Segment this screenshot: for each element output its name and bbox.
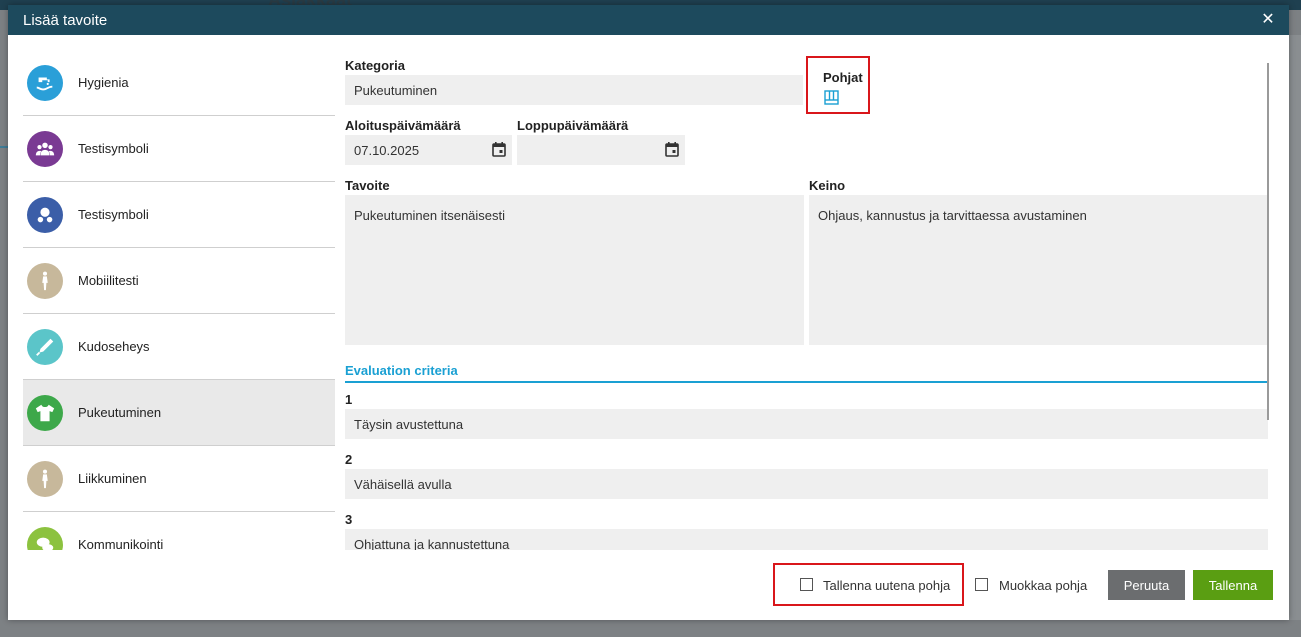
category-label: Pukeutuminen [78,405,162,420]
goal-textarea[interactable]: Pukeutuminen itsenäisesti [345,195,804,345]
people-icon [27,197,63,233]
category-field-value: Pukeutuminen [354,82,438,98]
group-icon [27,131,63,167]
goal-label: Tavoite [345,178,390,193]
category-label: Testisymboli [78,207,149,222]
start-date-input[interactable]: 07.10.2025 [345,135,512,165]
category-label: Testisymboli [78,141,149,156]
means-textarea[interactable]: Ohjaus, kannustus ja tarvittaessa avusta… [809,195,1269,345]
dialog-title: Lisää tavoite [23,12,108,29]
criterion-2-value: Vähäisellä avulla [354,476,452,492]
edit-template-checkbox[interactable] [975,578,988,591]
add-goal-dialog: Lisää tavoite ✕ Hygienia Testisymboli Te… [8,5,1289,620]
category-label: Liikkuminen [78,471,147,486]
category-label: Kommunikointi [78,537,164,550]
save-as-template-checkbox[interactable] [800,578,813,591]
goal-form: Kategoria Pukeutuminen Aloituspäivämäärä… [345,50,1269,550]
shirt-icon [27,395,63,431]
save-button[interactable]: Tallenna [1193,570,1273,600]
end-date-label: Loppupäivämäärä [517,118,629,133]
category-item-testisymboli-2[interactable]: Testisymboli [23,182,335,248]
goal-value: Pukeutuminen itsenäisesti [354,208,506,223]
calendar-icon[interactable] [492,142,506,157]
start-date-label: Aloituspäivämäärä [345,118,461,133]
walking-person-icon [27,263,63,299]
criterion-3-input[interactable]: Ohjattuna ja kannustettuna [345,529,1268,550]
category-item-mobiilitesti[interactable]: Mobiilitesti [23,248,335,314]
category-item-kudoseheys[interactable]: Kudoseheys [23,314,335,380]
category-field-label: Kategoria [345,58,405,73]
background-left-line [0,146,8,148]
criterion-2-number: 2 [345,452,353,467]
dialog-header: Lisää tavoite ✕ [8,5,1289,35]
background-right-strip [1288,35,1301,620]
category-label: Hygienia [78,75,129,90]
close-icon[interactable]: ✕ [1257,8,1279,32]
walking-person-icon [27,461,63,497]
category-label: Mobiilitesti [78,273,139,288]
category-item-liikkuminen[interactable]: Liikkuminen [23,446,335,512]
bandage-icon [27,329,63,365]
category-item-kommunikointi[interactable]: Kommunikointi [23,512,335,550]
speech-bubbles-icon [27,527,63,550]
evaluation-divider [345,381,1269,383]
start-date-value: 07.10.2025 [354,142,420,158]
criterion-1-number: 1 [345,392,353,407]
category-label: Kudoseheys [78,339,150,354]
criterion-3-value: Ohjattuna ja kannustettuna [354,536,510,551]
templates-icon[interactable] [824,90,839,105]
end-date-input[interactable] [517,135,685,165]
category-item-hygienia[interactable]: Hygienia [23,50,335,116]
edit-template-label: Muokkaa pohja [999,578,1088,593]
cancel-button[interactable]: Peruuta [1108,570,1185,600]
templates-highlight: Pohjat [806,56,870,114]
faucet-icon [27,65,63,101]
criterion-1-input[interactable]: Täysin avustettuna [345,409,1268,439]
category-item-pukeutuminen[interactable]: Pukeutuminen [23,380,335,446]
criterion-1-value: Täysin avustettuna [354,416,464,432]
category-list: Hygienia Testisymboli Testisymboli Mobii… [23,50,335,550]
means-value: Ohjaus, kannustus ja tarvittaessa avusta… [818,208,1087,223]
form-scrollbar[interactable] [1267,63,1269,420]
templates-label: Pohjat [823,70,863,85]
category-item-testisymboli-1[interactable]: Testisymboli [23,116,335,182]
category-field[interactable]: Pukeutuminen [345,75,803,105]
save-as-template-label: Tallenna uutena pohja [823,578,951,593]
criterion-3-number: 3 [345,512,353,527]
means-label: Keino [809,178,846,193]
evaluation-criteria-title: Evaluation criteria [345,363,458,378]
criterion-2-input[interactable]: Vähäisellä avulla [345,469,1268,499]
calendar-icon[interactable] [665,142,679,157]
